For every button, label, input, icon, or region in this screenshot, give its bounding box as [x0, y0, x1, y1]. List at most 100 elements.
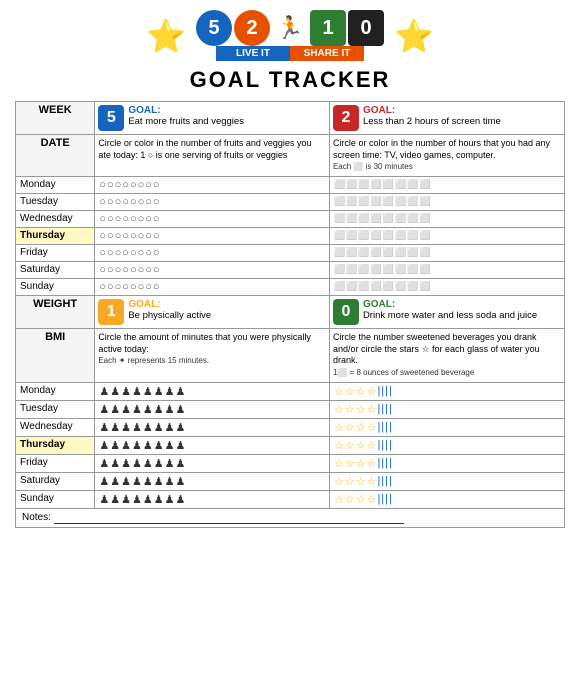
weight-row: WEIGHT 1 GOAL: Be physically active 0 GO… — [16, 296, 565, 329]
fruit-icons-thursday: ○○○○○○○○ — [95, 228, 330, 245]
star-water-icons-monday: ☆☆☆☆ |||| — [329, 382, 564, 400]
star-water-icons-tuesday: ☆☆☆☆ |||| — [329, 400, 564, 418]
fruit-icons-tuesday: ○○○○○○○○ — [95, 194, 330, 211]
goal4-text: Drink more water and less soda and juice — [363, 310, 537, 321]
fruit-icons-friday: ○○○○○○○○ — [95, 245, 330, 262]
date-desc2: Circle or color in the number of hours t… — [329, 135, 564, 177]
table-row: Tuesday ○○○○○○○○ ⬜⬜⬜⬜⬜⬜⬜⬜ — [16, 194, 565, 211]
star-left-icon: ⭐ — [146, 17, 186, 55]
date-desc1: Circle or color in the number of fruits … — [95, 135, 330, 177]
notes-label: Notes: — [22, 512, 51, 523]
table-row: Saturday ♟♟♟♟♟♟♟♟ ☆☆☆☆ |||| — [16, 472, 565, 490]
star-water-icons-sunday: ☆☆☆☆ |||| — [329, 490, 564, 508]
screen-icons-monday: ⬜⬜⬜⬜⬜⬜⬜⬜ — [329, 177, 564, 194]
person-icons-thursday: ♟♟♟♟♟♟♟♟ — [95, 436, 330, 454]
goal4-badge: 0 — [333, 299, 359, 325]
bmi-label: BMI — [16, 329, 95, 383]
screen-icons-tuesday: ⬜⬜⬜⬜⬜⬜⬜⬜ — [329, 194, 564, 211]
day-tuesday-bottom: Tuesday — [16, 400, 95, 418]
date-row: DATE Circle or color in the number of fr… — [16, 135, 565, 177]
logo-num-1: 1 — [310, 10, 346, 46]
person-icons-friday: ♟♟♟♟♟♟♟♟ — [95, 454, 330, 472]
star-right-icon: ⭐ — [394, 17, 434, 55]
notes-cell: Notes: — [16, 508, 565, 527]
goal3-badge: 1 — [98, 299, 124, 325]
goal1-badge: 5 — [98, 105, 124, 131]
fruit-icons-sunday: ○○○○○○○○ — [95, 279, 330, 296]
page: ⭐ 5 2 🏃 1 0 LIVE IT SHARE IT ⭐ GOAL TRAC… — [0, 0, 580, 538]
week-goal1-cell: 5 GOAL: Eat more fruits and veggies — [95, 102, 330, 135]
person-icons-sunday: ♟♟♟♟♟♟♟♟ — [95, 490, 330, 508]
fruit-icons-saturday: ○○○○○○○○ — [95, 262, 330, 279]
logo: 5 2 🏃 1 0 LIVE IT SHARE IT — [196, 10, 384, 61]
table-row: Friday ♟♟♟♟♟♟♟♟ ☆☆☆☆ |||| — [16, 454, 565, 472]
bmi-row: BMI Circle the amount of minutes that yo… — [16, 329, 565, 383]
day-thursday-top: Thursday — [16, 228, 95, 245]
day-wednesday-top: Wednesday — [16, 211, 95, 228]
table-row: Wednesday ○○○○○○○○ ⬜⬜⬜⬜⬜⬜⬜⬜ — [16, 211, 565, 228]
goal2-badge: 2 — [333, 105, 359, 131]
goal3-label: GOAL: — [128, 299, 160, 310]
table-row: Monday ♟♟♟♟♟♟♟♟ ☆☆☆☆ |||| — [16, 382, 565, 400]
bmi-desc1: Circle the amount of minutes that you we… — [95, 329, 330, 383]
table-row: Sunday ○○○○○○○○ ⬜⬜⬜⬜⬜⬜⬜⬜ — [16, 279, 565, 296]
star-water-icons-wednesday: ☆☆☆☆ |||| — [329, 418, 564, 436]
star-water-icons-friday: ☆☆☆☆ |||| — [329, 454, 564, 472]
week-label: WEEK — [16, 102, 95, 135]
week-goal2-cell: 2 GOAL: Less than 2 hours of screen time — [329, 102, 564, 135]
weight-goal2-cell: 0 GOAL: Drink more water and less soda a… — [329, 296, 564, 329]
screen-icons-wednesday: ⬜⬜⬜⬜⬜⬜⬜⬜ — [329, 211, 564, 228]
day-saturday-bottom: Saturday — [16, 472, 95, 490]
table-row: Sunday ♟♟♟♟♟♟♟♟ ☆☆☆☆ |||| — [16, 490, 565, 508]
screen-icons-saturday: ⬜⬜⬜⬜⬜⬜⬜⬜ — [329, 262, 564, 279]
day-saturday-top: Saturday — [16, 262, 95, 279]
main-table: WEEK 5 GOAL: Eat more fruits and veggies… — [15, 101, 565, 528]
day-wednesday-bottom: Wednesday — [16, 418, 95, 436]
day-monday-top: Monday — [16, 177, 95, 194]
day-friday-bottom: Friday — [16, 454, 95, 472]
table-row: Thursday ♟♟♟♟♟♟♟♟ ☆☆☆☆ |||| — [16, 436, 565, 454]
table-row: Thursday ○○○○○○○○ ⬜⬜⬜⬜⬜⬜⬜⬜ — [16, 228, 565, 245]
day-friday-top: Friday — [16, 245, 95, 262]
notes-line — [54, 512, 404, 524]
logo-live-it: LIVE IT — [216, 46, 290, 61]
table-row: Tuesday ♟♟♟♟♟♟♟♟ ☆☆☆☆ |||| — [16, 400, 565, 418]
goal4-label: GOAL: — [363, 299, 395, 310]
header: ⭐ 5 2 🏃 1 0 LIVE IT SHARE IT ⭐ — [15, 10, 565, 61]
person-icons-monday: ♟♟♟♟♟♟♟♟ — [95, 382, 330, 400]
screen-icons-sunday: ⬜⬜⬜⬜⬜⬜⬜⬜ — [329, 279, 564, 296]
logo-figure-icon: 🏃 — [272, 10, 308, 46]
day-thursday-bottom: Thursday — [16, 436, 95, 454]
goal2-text: Less than 2 hours of screen time — [363, 116, 501, 127]
goal1-text: Eat more fruits and veggies — [128, 116, 244, 127]
logo-num-0: 0 — [348, 10, 384, 46]
week-row: WEEK 5 GOAL: Eat more fruits and veggies… — [16, 102, 565, 135]
logo-num-5: 5 — [196, 10, 232, 46]
date-label: DATE — [16, 135, 95, 177]
weight-goal1-cell: 1 GOAL: Be physically active — [95, 296, 330, 329]
screen-icons-friday: ⬜⬜⬜⬜⬜⬜⬜⬜ — [329, 245, 564, 262]
goal1-label: GOAL: — [128, 105, 160, 116]
day-monday-bottom: Monday — [16, 382, 95, 400]
person-icons-saturday: ♟♟♟♟♟♟♟♟ — [95, 472, 330, 490]
fruit-icons-monday: ○○○○○○○○ — [95, 177, 330, 194]
day-sunday-bottom: Sunday — [16, 490, 95, 508]
goal3-text: Be physically active — [128, 310, 211, 321]
bmi-desc2: Circle the number sweetened beverages yo… — [329, 329, 564, 383]
table-row: Wednesday ♟♟♟♟♟♟♟♟ ☆☆☆☆ |||| — [16, 418, 565, 436]
day-tuesday-top: Tuesday — [16, 194, 95, 211]
notes-row: Notes: — [16, 508, 565, 527]
person-icons-tuesday: ♟♟♟♟♟♟♟♟ — [95, 400, 330, 418]
table-row: Saturday ○○○○○○○○ ⬜⬜⬜⬜⬜⬜⬜⬜ — [16, 262, 565, 279]
weight-label: WEIGHT — [16, 296, 95, 329]
day-sunday-top: Sunday — [16, 279, 95, 296]
star-water-icons-thursday: ☆☆☆☆ |||| — [329, 436, 564, 454]
logo-num-2: 2 — [234, 10, 270, 46]
star-water-icons-saturday: ☆☆☆☆ |||| — [329, 472, 564, 490]
logo-share-it: SHARE IT — [290, 46, 364, 61]
table-row: Monday ○○○○○○○○ ⬜⬜⬜⬜⬜⬜⬜⬜ — [16, 177, 565, 194]
goal2-label: GOAL: — [363, 105, 395, 116]
person-icons-wednesday: ♟♟♟♟♟♟♟♟ — [95, 418, 330, 436]
screen-icons-thursday: ⬜⬜⬜⬜⬜⬜⬜⬜ — [329, 228, 564, 245]
fruit-icons-wednesday: ○○○○○○○○ — [95, 211, 330, 228]
